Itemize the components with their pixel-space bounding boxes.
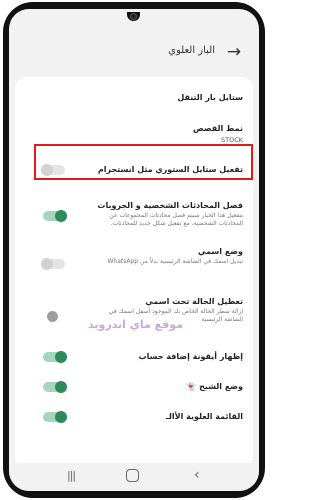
page-title: البار العلوي (168, 45, 215, 56)
show-name-toggle[interactable] (41, 258, 65, 270)
setting-label: القائمة العلوية الأالـ (166, 412, 243, 421)
extra-item-toggle[interactable] (43, 411, 67, 423)
setting-add-account-icon[interactable]: إظهار أيقونة إضافة حساب (15, 351, 253, 368)
setting-label: وضع اسمي (197, 247, 243, 256)
camera-lens-icon (130, 13, 137, 20)
screen: → البار العلوي ستايل بار التنقل نمط القص… (9, 9, 259, 491)
add-account-toggle[interactable] (43, 351, 67, 363)
front-camera (127, 12, 140, 21)
setting-value: STOCK (220, 136, 243, 144)
watermark: موقع ماي اندرويد (88, 318, 184, 331)
top-app-bar: → البار العلوي (9, 37, 259, 69)
home-icon[interactable] (126, 469, 139, 482)
highlight-frame (34, 144, 253, 180)
setting-label: وضع الشبح 👻 (186, 382, 243, 391)
phone-frame: → البار العلوي ستايل بار التنقل نمط القص… (3, 2, 265, 498)
setting-statusbar-style[interactable]: ستايل بار التنقل (15, 93, 253, 113)
setting-description: بتفعيل هذا الخيار سيتم فصل محادثات المجم… (109, 212, 243, 227)
setting-separate-chats[interactable]: فصل المحادثات الشخصية و الجروبات بتفعيل … (15, 201, 253, 235)
back-chevron-icon[interactable]: ‹ (194, 467, 200, 483)
settings-card: ستايل بار التنقل نمط القصص STOCK تفعيل س… (15, 77, 253, 469)
setting-label: ستايل بار التنقل (177, 93, 243, 102)
arrow-right-icon[interactable]: → (223, 41, 245, 63)
separate-chats-toggle[interactable] (43, 210, 67, 222)
setting-extra-item[interactable]: القائمة العلوية الأالـ (15, 411, 253, 428)
setting-label: فصل المحادثات الشخصية و الجروبات (97, 201, 243, 210)
recent-apps-icon[interactable]: ||| (67, 470, 83, 482)
setting-label: نمط القصص (192, 124, 243, 133)
system-nav-bar: ||| ‹ (9, 463, 259, 491)
ghost-mode-toggle[interactable] (43, 381, 67, 393)
setting-show-name[interactable]: وضع اسمي تبديل اسمك في الشاشة الرئيسية ب… (15, 247, 253, 283)
setting-label: إظهار أيقونة إضافة حساب (138, 352, 243, 361)
setting-label: تعطيل الحالة تحت اسمي (145, 297, 243, 306)
status-under-name-indicator[interactable] (47, 311, 58, 322)
setting-ghost-mode[interactable]: وضع الشبح 👻 (15, 381, 253, 398)
setting-description: تبديل اسمك في الشاشة الرئيسية بدلاً من W… (107, 258, 243, 265)
